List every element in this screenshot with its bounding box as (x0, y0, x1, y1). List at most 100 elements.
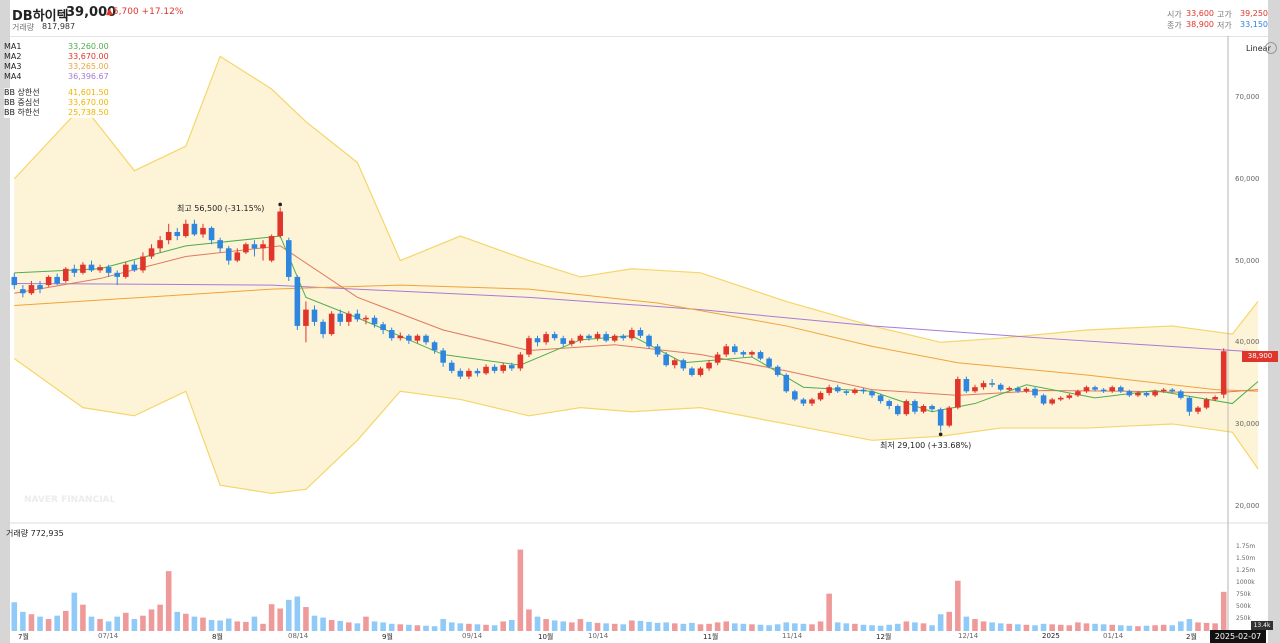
candle-body (406, 335, 412, 341)
candle-body (414, 335, 421, 341)
volume-bar (440, 619, 446, 631)
volume-bar (1169, 625, 1176, 631)
candle-body (311, 309, 318, 322)
volume-bar (903, 621, 910, 631)
candle-body (346, 313, 352, 322)
candle-body (508, 365, 515, 369)
candle-body (800, 399, 807, 404)
candle-body (834, 387, 841, 392)
candle-body (337, 313, 344, 322)
candle-body (397, 335, 404, 339)
volume-bar (1049, 624, 1055, 631)
volume-bar (337, 620, 344, 631)
candle-body (80, 264, 86, 273)
volume-bar (1006, 623, 1013, 631)
volume-bar (886, 624, 892, 631)
volume-bar (860, 624, 867, 631)
candle-body (88, 264, 95, 271)
volume-bar (937, 614, 944, 631)
volume-header: 거래량 772,935 (6, 529, 64, 538)
volume-bar (1126, 625, 1133, 631)
volume-tick-label: 750k (1236, 591, 1251, 599)
candle-body (963, 379, 970, 392)
volume-bar (88, 616, 95, 631)
volume-bar (603, 623, 609, 631)
candle-body (243, 244, 249, 253)
candle-body (980, 383, 987, 388)
volume-bar (869, 625, 875, 631)
candle-body (706, 362, 712, 369)
crosshair-date-tag: 2025-02-07 (1210, 630, 1266, 643)
volume-bar (843, 623, 850, 631)
settings-gear-icon[interactable] (1265, 42, 1277, 54)
volume-bar (654, 622, 661, 631)
x-tick-label: 09/14 (462, 632, 483, 640)
bb-middle-legend-row: BB 중심선 33,670.00 (4, 98, 109, 108)
candle-body (1160, 389, 1167, 392)
candle-body (972, 387, 978, 392)
ma2-value: 33,670.00 (68, 52, 109, 61)
candle-body (28, 285, 35, 294)
candle-body (448, 362, 455, 371)
volume-bar (1109, 624, 1115, 631)
volume-bar (474, 624, 481, 631)
price-chart[interactable]: NAVER FINANCIAL (10, 0, 1268, 643)
x-tick-label: 10월 (538, 633, 554, 641)
candle-body (766, 358, 772, 367)
candle-body (697, 368, 704, 375)
candle-body (671, 360, 678, 366)
candle-body (586, 335, 592, 339)
volume-bar (483, 624, 489, 631)
candle-body (1109, 387, 1115, 392)
volume-bar (277, 608, 283, 631)
candle-body (105, 267, 112, 273)
candle-body (200, 227, 206, 235)
candle-body (843, 391, 850, 393)
candle-body (646, 335, 652, 347)
x-tick-label: 8월 (212, 633, 223, 641)
x-tick-label: 12월 (876, 633, 892, 641)
volume-bar (740, 623, 747, 631)
volume-bar (225, 618, 232, 631)
candle-body (1100, 389, 1107, 392)
volume-bar (972, 619, 978, 631)
volume-tick-label: 250k (1236, 615, 1251, 623)
volume-bar (320, 617, 326, 631)
volume-bar (1143, 625, 1150, 631)
candle-body (431, 342, 438, 351)
candle-body (1169, 389, 1176, 392)
volume-bar (414, 625, 421, 631)
x-tick-label: 10/14 (588, 632, 609, 640)
candle-body (714, 354, 721, 363)
volume-bar (560, 621, 567, 631)
volume-bar (817, 621, 824, 631)
volume-bar (980, 621, 987, 631)
volume-tick-label: 500k (1236, 603, 1251, 611)
volume-bar (1178, 621, 1184, 631)
y-tick-label: 20,000 (1235, 501, 1260, 510)
volume-bar (28, 614, 35, 631)
volume-bar (912, 622, 918, 631)
bb-middle-value: 33,670.00 (68, 98, 109, 107)
candle-body (328, 313, 335, 335)
bb-upper-name: BB 상한선 (4, 88, 40, 97)
volume-bar (680, 623, 687, 631)
candle-body (1083, 387, 1090, 392)
volume-bar (783, 622, 790, 631)
volume-bar (766, 625, 772, 631)
candle-body (423, 335, 429, 343)
volume-bar (732, 623, 738, 631)
volume-bar (543, 619, 549, 631)
candle-body (774, 366, 781, 375)
candle-body (97, 267, 103, 271)
candle-body (860, 389, 867, 392)
volume-bar (723, 621, 730, 631)
volume-bar (809, 624, 815, 631)
volume-bar (183, 613, 189, 631)
volume-bar (586, 621, 592, 631)
volume-bar (671, 623, 678, 631)
volume-bar (920, 623, 927, 631)
volume-bar (774, 624, 781, 631)
volume-bar (431, 626, 438, 631)
volume-bar (517, 549, 524, 631)
